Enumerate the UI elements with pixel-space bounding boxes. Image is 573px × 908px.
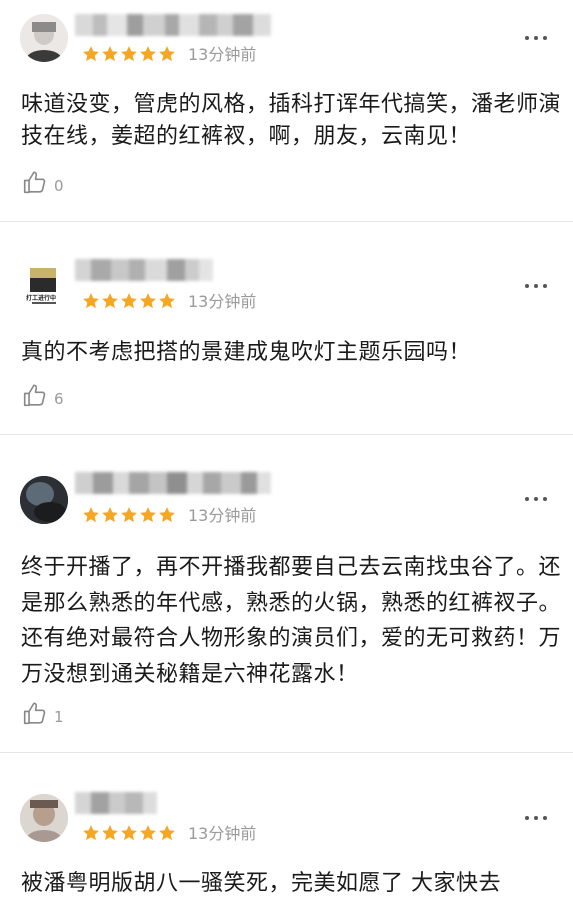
star-icon bbox=[121, 46, 137, 62]
avatar[interactable]: 打工进行中 bbox=[20, 262, 68, 310]
star-icon bbox=[159, 46, 175, 62]
rating-stars bbox=[82, 292, 176, 310]
star-icon bbox=[83, 507, 99, 523]
comment-text: 真的不考虑把搭的景建成鬼吹灯主题乐园吗！ bbox=[21, 340, 472, 365]
username-blurred bbox=[75, 14, 271, 36]
star-icon bbox=[121, 507, 137, 523]
divider bbox=[0, 221, 573, 222]
more-dots-icon[interactable] bbox=[525, 816, 547, 820]
like-count: 6 bbox=[54, 390, 64, 408]
star-icon bbox=[159, 293, 175, 309]
rating-stars bbox=[82, 824, 176, 842]
star-icon bbox=[83, 46, 99, 62]
avatar[interactable] bbox=[20, 476, 68, 524]
comment-time: 13分钟前 bbox=[188, 292, 257, 311]
star-icon bbox=[159, 825, 175, 841]
thumbs-up-icon bbox=[23, 171, 46, 194]
like-count: 1 bbox=[54, 708, 64, 726]
star-icon bbox=[102, 293, 118, 309]
star-icon bbox=[140, 46, 156, 62]
username-blurred bbox=[75, 792, 157, 814]
star-icon bbox=[121, 825, 137, 841]
thumbs-up-icon bbox=[23, 384, 46, 407]
star-icon bbox=[140, 293, 156, 309]
comment-list: 13分钟前 味道没变，管虎的风格，插科打诨年代搞笑，潘老师演技在线，姜超的红裤衩… bbox=[0, 0, 573, 908]
like-count: 0 bbox=[54, 177, 64, 195]
avatar[interactable] bbox=[20, 14, 68, 62]
comment-text: 被潘粤明版胡八一骚笑死，完美如愿了 大家快去 bbox=[21, 871, 501, 896]
star-icon bbox=[140, 825, 156, 841]
comment-text: 终于开播了，再不开播我都要自己去云南找虫谷了。还是那么熟悉的年代感，熟悉的火锅，… bbox=[21, 555, 562, 687]
comment-text: 味道没变，管虎的风格，插科打诨年代搞笑，潘老师演技在线，姜超的红裤衩，啊，朋友，… bbox=[21, 92, 562, 149]
avatar-caption: 打工进行中 bbox=[26, 295, 57, 302]
more-dots-icon[interactable] bbox=[525, 284, 547, 288]
more-dots-icon[interactable] bbox=[525, 36, 547, 40]
comment-time: 13分钟前 bbox=[188, 506, 257, 525]
star-icon bbox=[102, 507, 118, 523]
avatar[interactable] bbox=[20, 794, 68, 842]
comment-time: 13分钟前 bbox=[188, 45, 257, 64]
comment-time: 13分钟前 bbox=[188, 824, 257, 843]
star-icon bbox=[121, 293, 137, 309]
star-icon bbox=[102, 46, 118, 62]
star-icon bbox=[102, 825, 118, 841]
thumbs-up-icon bbox=[23, 702, 46, 725]
username-blurred bbox=[75, 472, 271, 494]
rating-stars bbox=[82, 506, 176, 524]
like-button[interactable]: 0 bbox=[22, 169, 64, 195]
star-icon bbox=[83, 825, 99, 841]
like-button[interactable]: 6 bbox=[22, 382, 64, 408]
star-icon bbox=[140, 507, 156, 523]
star-icon bbox=[83, 293, 99, 309]
divider bbox=[0, 434, 573, 435]
username-blurred bbox=[75, 259, 213, 281]
rating-stars bbox=[82, 45, 176, 63]
like-button[interactable]: 1 bbox=[22, 700, 64, 726]
more-dots-icon[interactable] bbox=[525, 497, 547, 501]
divider bbox=[0, 752, 573, 753]
star-icon bbox=[159, 507, 175, 523]
